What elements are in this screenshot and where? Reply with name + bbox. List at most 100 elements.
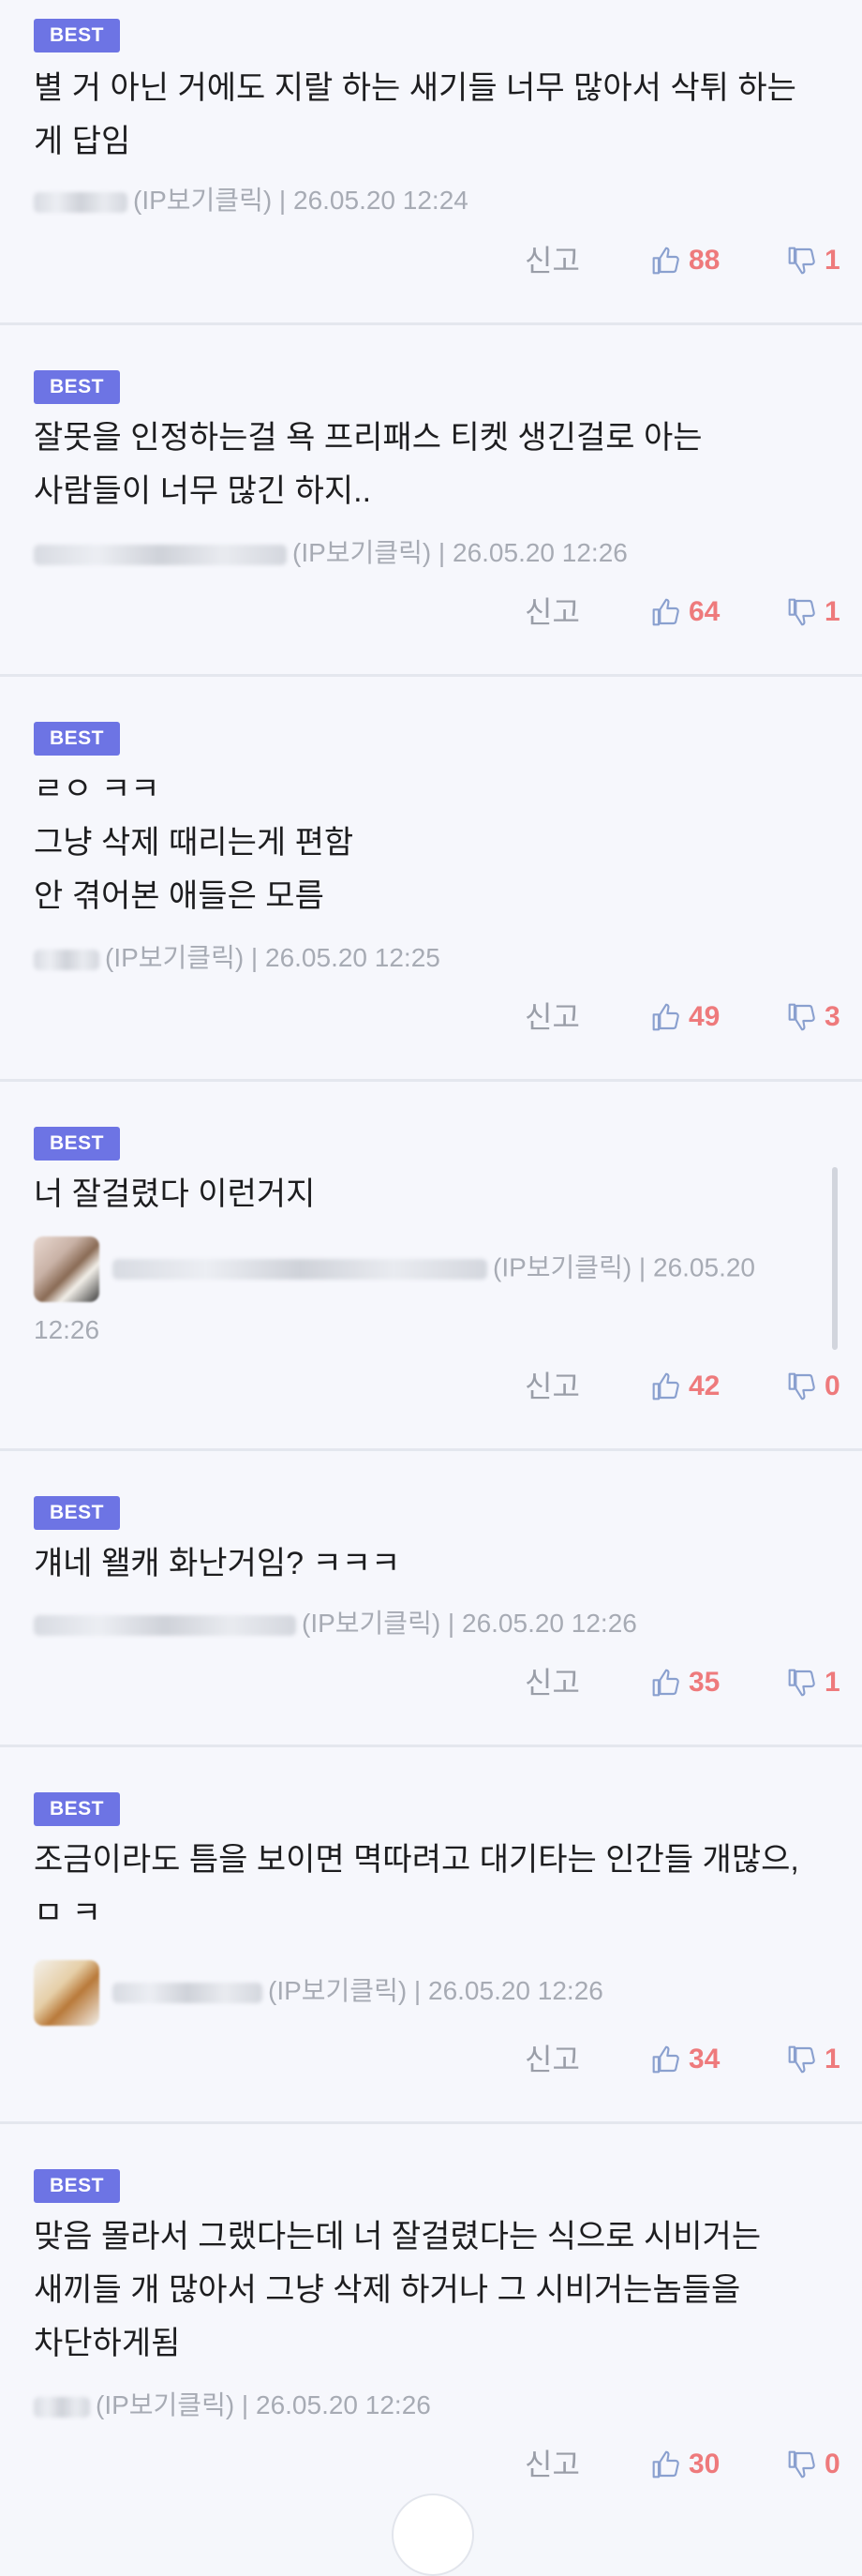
ip-link[interactable]: (IP보기클릭) [133,186,272,215]
comment-item: BEST 별 거 아닌 거에도 지랄 하는 새기들 너무 많아서 삭튀 하는 게… [0,0,862,325]
like-count: 49 [689,1001,721,1032]
dislike-button[interactable]: 1 [787,584,840,640]
like-count: 64 [689,596,721,627]
dislike-count: 0 [825,2449,840,2479]
blurred-nickname [34,2396,90,2418]
comment-item: BEST 맞음 몰라서 그랬다는데 너 잘걸렸다는 식으로 시비거는 새끼들 개… [0,2124,862,2510]
comment-text: 별 거 아닌 거에도 지랄 하는 새기들 너무 많아서 삭튀 하는 게 답임 [34,70,806,159]
comment-meta: (IP보기클릭) | 26.05.20 12:26 [34,1596,825,1650]
like-count: 35 [689,1667,721,1698]
scrollbar[interactable] [832,1167,838,1350]
dislike-count: 0 [825,1370,840,1401]
thumbs-up-icon [652,1003,679,1031]
best-badge: BEST [34,370,121,404]
comment-date: 26.05.20 12:26 [462,1609,637,1638]
comment-text: 너 잘걸렸다 이런거지 [34,1176,316,1212]
report-button[interactable]: 신고 [525,1655,580,1711]
report-button[interactable]: 신고 [525,2436,580,2493]
comment-meta: (IP보기클릭) | 26.05.20 12:26 [34,1236,825,1358]
comment-text: 맞음 몰라서 그랬다는데 너 잘걸렸다는 식으로 시비거는 새끼들 개 많아서 … [34,2219,770,2361]
report-button[interactable]: 신고 [525,989,580,1045]
dislike-button[interactable]: 1 [787,232,840,289]
like-button[interactable]: 64 [651,584,720,640]
comment-item: BEST 걔네 왤캐 화난거임? ㅋㅋㅋ (IP보기클릭) | 26.05.20… [0,1451,862,1747]
comment-text: 조금이라도 틈을 보이면 멱따려고 대기타는 인간들 개많으,ㅁ ㅋ [34,1842,799,1931]
dislike-count: 1 [825,596,840,627]
blurred-nickname [112,1259,487,1280]
comment-date: 26.05.20 12:24 [293,186,468,215]
like-count: 88 [689,245,721,276]
like-button[interactable]: 35 [651,1655,720,1711]
thumbs-down-icon [788,598,815,626]
comment-item: BEST 잘못을 인정하는걸 욕 프리패스 티켓 생긴걸로 아는 사람들이 너무… [0,325,862,677]
thumbs-down-icon [788,2450,815,2479]
thumbs-down-icon [788,1372,815,1400]
dislike-button[interactable]: 1 [787,2031,840,2088]
comment-text: 잘못을 인정하는걸 욕 프리패스 티켓 생긴걸로 아는 사람들이 너무 많긴 하… [34,420,712,509]
comment-actions: 신고 30 0 [459,2436,862,2493]
comment-meta: (IP보기클릭) | 26.05.20 12:24 [34,173,825,227]
comment-actions: 신고 49 3 [459,989,862,1045]
avatar [34,1236,99,1302]
dislike-count: 1 [825,1667,840,1698]
comment-date: 26.05.20 12:26 [256,2390,431,2419]
like-count: 42 [689,1370,721,1401]
dislike-count: 1 [825,245,840,276]
like-button[interactable]: 42 [651,1358,720,1415]
dislike-count: 1 [825,2044,840,2074]
comment-actions: 신고 88 1 [459,232,862,289]
ip-link[interactable]: (IP보기클릭) [292,538,431,567]
like-button[interactable]: 30 [651,2436,720,2493]
dislike-button[interactable]: 1 [787,1655,840,1711]
thumbs-down-icon [788,247,815,275]
comment-meta: (IP보기클릭) | 26.05.20 12:26 [34,526,825,579]
comment-text: 걔네 왤캐 화난거임? ㅋㅋㅋ [34,1546,401,1581]
thumbs-up-icon [652,1372,679,1400]
like-button[interactable]: 34 [651,2031,720,2088]
comment-meta: (IP보기클릭) | 26.05.20 12:26 [34,1958,825,2026]
dislike-button[interactable]: 0 [787,1358,840,1415]
like-button[interactable]: 49 [651,989,720,1045]
comment-date: 26.05.20 12:26 [453,538,628,567]
report-button[interactable]: 신고 [525,232,580,289]
thumbs-down-icon [788,1003,815,1031]
blurred-nickname [112,1982,262,2003]
report-button[interactable]: 신고 [525,584,580,640]
avatar [34,1959,99,2026]
best-badge: BEST [34,1127,121,1161]
comment-date: 26.05.20 12:26 [428,1976,603,2005]
comment-actions: 신고 42 0 [459,1358,862,1415]
thumbs-up-icon [652,2450,679,2479]
ip-link[interactable]: (IP보기클릭) [302,1609,440,1638]
report-button[interactable]: 신고 [525,1358,580,1415]
scroll-top-button[interactable] [392,2494,474,2576]
dislike-button[interactable]: 0 [787,2436,840,2493]
comment-actions: 신고 64 1 [459,584,862,640]
thumbs-up-icon [652,1669,679,1697]
thumbs-up-icon [652,598,679,626]
comment-item: BEST 너 잘걸렸다 이런거지 (IP보기클릭) | 26.05.20 12:… [0,1082,862,1451]
best-badge: BEST [34,1496,121,1530]
thumbs-up-icon [652,2045,679,2074]
blurred-nickname [34,191,127,213]
like-button[interactable]: 88 [651,232,720,289]
comment-date: 26.05.20 12:25 [265,943,440,972]
comment-meta: (IP보기클릭) | 26.05.20 12:25 [34,931,825,984]
ip-link[interactable]: (IP보기클릭) [493,1252,632,1281]
thumbs-up-icon [652,247,679,275]
comment-actions: 신고 34 1 [459,2031,862,2088]
best-badge: BEST [34,722,121,756]
ip-link[interactable]: (IP보기클릭) [96,2390,234,2419]
best-badge: BEST [34,2169,121,2203]
like-count: 34 [689,2044,721,2074]
best-badge: BEST [34,19,121,52]
ip-link[interactable]: (IP보기클릭) [105,943,244,972]
ip-link[interactable]: (IP보기클릭) [268,1976,407,2005]
comment-text: ㄹㅇ ㅋㅋ 그냥 삭제 때리는게 편함 안 겪어본 애들은 모름 [34,771,354,914]
comment-meta: (IP보기클릭) | 26.05.20 12:26 [34,2378,825,2432]
report-button[interactable]: 신고 [525,2031,580,2088]
dislike-button[interactable]: 3 [787,989,840,1045]
best-badge: BEST [34,1792,121,1826]
comment-item: BEST ㄹㅇ ㅋㅋ 그냥 삭제 때리는게 편함 안 겪어본 애들은 모름 (I… [0,677,862,1082]
comment-item: BEST 조금이라도 틈을 보이면 멱따려고 대기타는 인간들 개많으,ㅁ ㅋ … [0,1747,862,2124]
